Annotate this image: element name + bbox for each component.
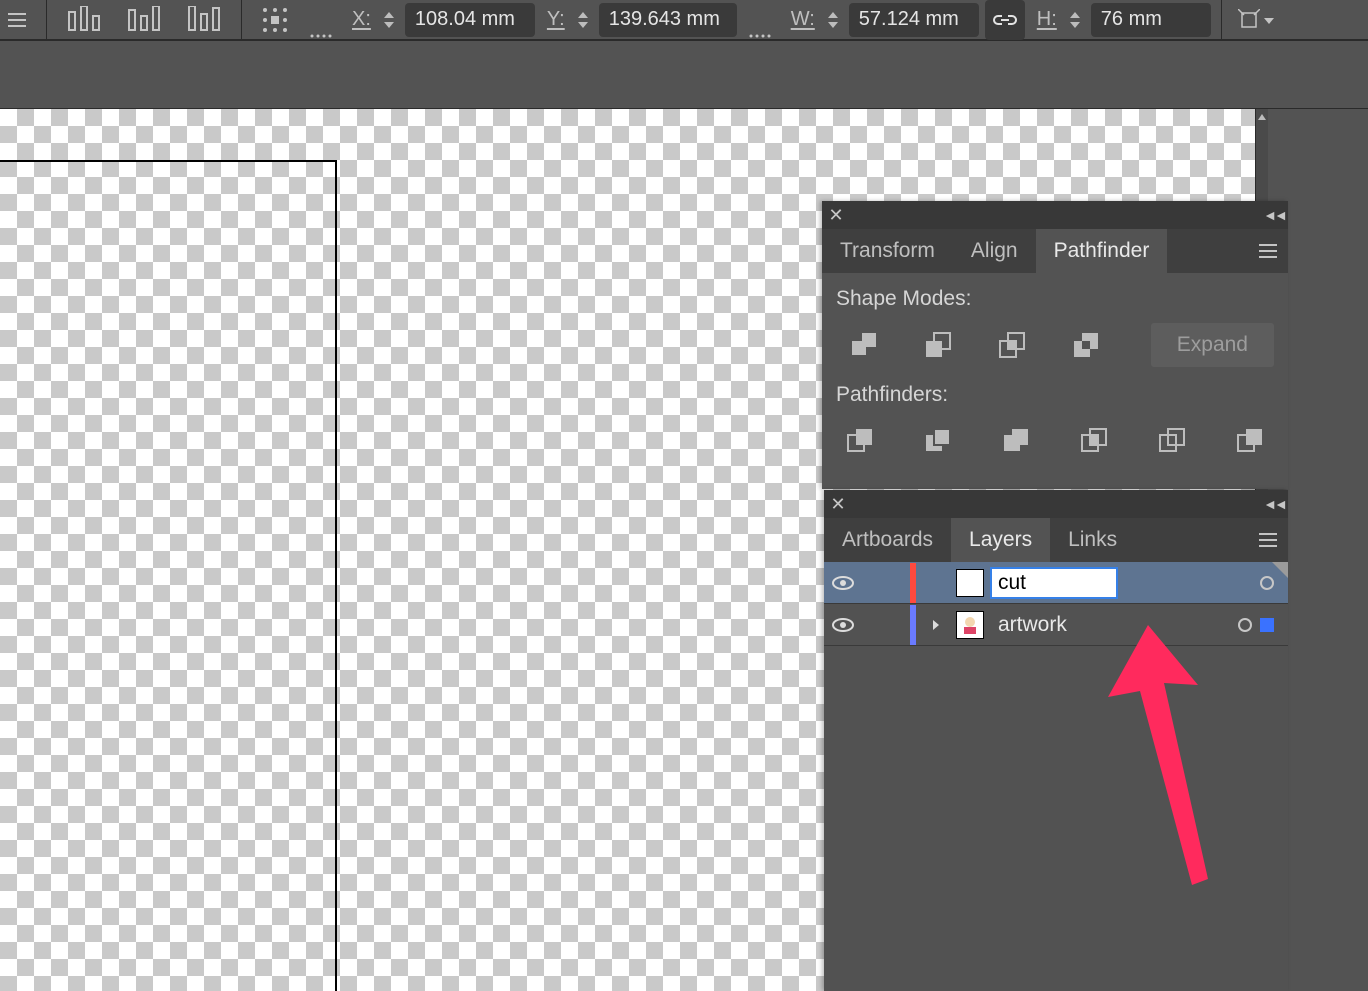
layers-tabs: Artboards Layers Links xyxy=(824,518,1288,562)
w-stepper[interactable] xyxy=(823,0,843,40)
tab-transform[interactable]: Transform xyxy=(822,229,953,273)
layer-row-artwork[interactable]: artwork xyxy=(824,604,1288,646)
panel-collapse-button[interactable]: ◄◄ xyxy=(1260,207,1288,223)
layers-titlebar: ✕ ◄◄ xyxy=(824,490,1288,518)
shape-intersect-icon[interactable] xyxy=(984,321,1040,369)
tab-layers[interactable]: Layers xyxy=(951,518,1050,562)
align-bars-1-icon[interactable] xyxy=(57,2,111,38)
layers-panel: ✕ ◄◄ Artboards Layers Links xyxy=(824,490,1288,991)
shape-modes-label: Shape Modes: xyxy=(822,273,1288,321)
tab-pathfinder[interactable]: Pathfinder xyxy=(1036,229,1168,273)
shape-minus-front-icon[interactable] xyxy=(910,321,966,369)
w-label: W: xyxy=(785,8,817,31)
scroll-up-icon[interactable] xyxy=(1256,109,1268,125)
layer-color-chip xyxy=(910,605,916,645)
transform-dropdown[interactable] xyxy=(1232,9,1276,31)
layers-collapse-button[interactable]: ◄◄ xyxy=(1260,496,1288,512)
tab-artboards[interactable]: Artboards xyxy=(824,518,951,562)
y-field[interactable] xyxy=(599,3,737,37)
h-field[interactable] xyxy=(1091,3,1211,37)
y-label: Y: xyxy=(541,8,567,31)
layers-menu-button[interactable] xyxy=(1248,518,1288,562)
layer-color-chip xyxy=(910,563,916,603)
disclosure-icon[interactable] xyxy=(922,618,950,632)
target-icon[interactable] xyxy=(1238,618,1252,632)
pf-trim-icon[interactable] xyxy=(914,417,962,465)
pathfinder-panel: ✕ ◄◄ Transform Align Pathfinder Shape Mo… xyxy=(822,201,1288,489)
pathfinders-label: Pathfinders: xyxy=(822,369,1288,417)
selection-rect[interactable] xyxy=(0,160,337,991)
panel-menu-button[interactable] xyxy=(1248,229,1288,273)
tab-align[interactable]: Align xyxy=(953,229,1036,273)
layer-thumbnail xyxy=(956,611,984,639)
pf-merge-icon[interactable] xyxy=(992,417,1040,465)
layer-row-cut[interactable] xyxy=(824,562,1288,604)
expand-button[interactable]: Expand xyxy=(1151,323,1274,367)
h-label: H: xyxy=(1031,8,1059,31)
shape-unite-icon[interactable] xyxy=(836,321,892,369)
baseline-dots-icon xyxy=(304,0,340,40)
align-bars-2-icon[interactable] xyxy=(117,2,171,38)
x-label: X: xyxy=(346,8,373,31)
align-bars-3-icon[interactable] xyxy=(177,2,231,38)
pf-crop-icon[interactable] xyxy=(1070,417,1118,465)
y-stepper[interactable] xyxy=(573,0,593,40)
selection-indicator-icon[interactable] xyxy=(1260,618,1274,632)
x-field[interactable] xyxy=(405,3,535,37)
shape-exclude-icon[interactable] xyxy=(1058,321,1114,369)
top-toolbar: X: Y: W: H: xyxy=(0,0,1368,41)
panel-titlebar: ✕ ◄◄ xyxy=(822,201,1288,229)
pf-outline-icon[interactable] xyxy=(1148,417,1196,465)
layer-name-input[interactable] xyxy=(990,567,1118,599)
reference-point-icon[interactable] xyxy=(252,2,298,38)
visibility-toggle[interactable] xyxy=(824,576,862,590)
w-field[interactable] xyxy=(849,3,979,37)
h-stepper[interactable] xyxy=(1065,0,1085,40)
list-icon[interactable] xyxy=(0,2,36,38)
tab-links[interactable]: Links xyxy=(1050,518,1135,562)
layer-name-label[interactable]: artwork xyxy=(990,613,1067,637)
pf-minus-back-icon[interactable] xyxy=(1226,417,1274,465)
layers-list: artwork xyxy=(824,562,1288,646)
baseline-dots-2-icon xyxy=(743,0,779,40)
x-stepper[interactable] xyxy=(379,0,399,40)
pathfinder-tabs: Transform Align Pathfinder xyxy=(822,229,1288,273)
list-corner-icon xyxy=(1272,562,1288,578)
pf-divide-icon[interactable] xyxy=(836,417,884,465)
layers-close-button[interactable]: ✕ xyxy=(824,490,852,518)
secondary-toolbar xyxy=(0,41,1368,109)
layer-thumbnail xyxy=(956,569,984,597)
panel-close-button[interactable]: ✕ xyxy=(822,201,850,229)
visibility-toggle[interactable] xyxy=(824,618,862,632)
link-wh-button[interactable] xyxy=(985,0,1025,40)
